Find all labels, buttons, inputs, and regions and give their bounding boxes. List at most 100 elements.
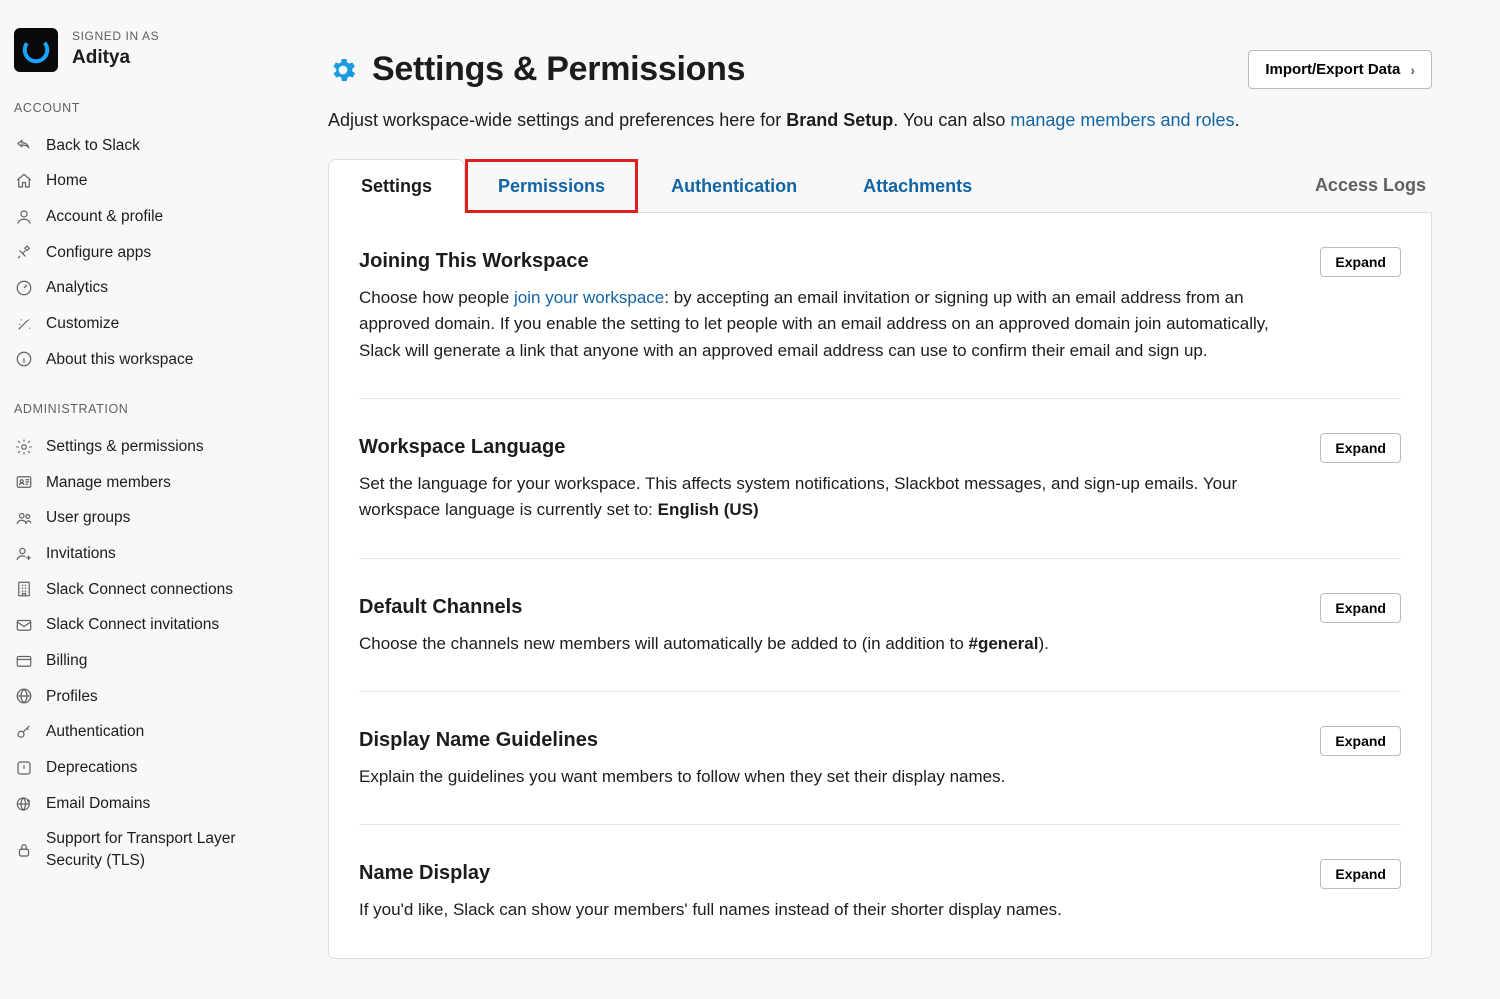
sidebar-item-profiles[interactable]: Profiles — [0, 679, 280, 715]
avatar-icon — [21, 35, 51, 65]
sidebar-item-label: Home — [46, 170, 87, 192]
members-icon — [14, 472, 34, 492]
section-desc: Choose how people join your workspace: b… — [359, 285, 1290, 364]
sidebar-item-analytics[interactable]: Analytics — [0, 270, 280, 306]
section-desc: Explain the guidelines you want members … — [359, 764, 1290, 790]
key-icon — [14, 722, 34, 742]
tab-authentication[interactable]: Authentication — [638, 159, 830, 213]
import-export-label: Import/Export Data — [1265, 61, 1400, 78]
section-desc: Set the language for your workspace. Thi… — [359, 471, 1290, 524]
sidebar: SIGNED IN AS Aditya ACCOUNT Back to Slac… — [0, 0, 280, 999]
sidebar-item-label: Slack Connect invitations — [46, 614, 219, 636]
title-row: Settings & Permissions Import/Export Dat… — [328, 46, 1432, 94]
tab-attachments[interactable]: Attachments — [830, 159, 1005, 213]
sidebar-item-label: Account & profile — [46, 206, 163, 228]
sidebar-item-label: Settings & permissions — [46, 436, 204, 458]
sidebar-item-label: Configure apps — [46, 242, 151, 264]
wand-icon — [14, 314, 34, 334]
sidebar-item-user-groups[interactable]: User groups — [0, 500, 280, 536]
sidebar-item-label: Deprecations — [46, 757, 137, 779]
tab-settings[interactable]: Settings — [328, 159, 465, 213]
home-icon — [14, 171, 34, 191]
expand-button[interactable]: Expand — [1320, 726, 1401, 756]
sidebar-item-label: Billing — [46, 650, 87, 672]
lock-icon — [14, 840, 34, 860]
settings-panel: Joining This Workspace Choose how people… — [328, 213, 1432, 959]
section-name-display: Name Display If you'd like, Slack can sh… — [359, 825, 1401, 957]
sidebar-item-label: About this workspace — [46, 349, 193, 371]
globe-icon — [14, 686, 34, 706]
sidebar-item-label: Back to Slack — [46, 135, 140, 157]
main-content: Settings & Permissions Import/Export Dat… — [280, 0, 1480, 999]
sidebar-item-settings-permissions[interactable]: Settings & permissions — [0, 429, 280, 465]
expand-button[interactable]: Expand — [1320, 247, 1401, 277]
plug-icon — [14, 242, 34, 262]
sidebar-item-email-domains[interactable]: Email Domains — [0, 786, 280, 822]
sidebar-item-home[interactable]: Home — [0, 163, 280, 199]
section-desc: If you'd like, Slack can show your membe… — [359, 897, 1290, 923]
sidebar-item-invitations[interactable]: Invitations — [0, 536, 280, 572]
chevron-right-icon: › — [1410, 62, 1415, 78]
section-title: Name Display — [359, 859, 1290, 887]
avatar — [14, 28, 58, 72]
sidebar-item-label: Authentication — [46, 721, 144, 743]
sidebar-admin-header: ADMINISTRATION — [0, 401, 280, 419]
sidebar-item-label: Invitations — [46, 543, 116, 565]
sidebar-item-connect-connections[interactable]: Slack Connect connections — [0, 572, 280, 608]
section-title: Display Name Guidelines — [359, 726, 1290, 754]
section-default-channels: Default Channels Choose the channels new… — [359, 559, 1401, 692]
gear-icon — [14, 437, 34, 457]
sidebar-item-label: Email Domains — [46, 793, 150, 815]
sidebar-item-billing[interactable]: Billing — [0, 643, 280, 679]
section-desc: Choose the channels new members will aut… — [359, 631, 1290, 657]
sidebar-item-label: Profiles — [46, 686, 98, 708]
sidebar-item-authentication[interactable]: Authentication — [0, 714, 280, 750]
sidebar-item-configure-apps[interactable]: Configure apps — [0, 235, 280, 271]
expand-button[interactable]: Expand — [1320, 433, 1401, 463]
signed-in-label: SIGNED IN AS — [72, 28, 159, 45]
info-icon — [14, 349, 34, 369]
sidebar-item-manage-members[interactable]: Manage members — [0, 465, 280, 501]
user-plus-icon — [14, 544, 34, 564]
sidebar-item-deprecations[interactable]: Deprecations — [0, 750, 280, 786]
sidebar-item-customize[interactable]: Customize — [0, 306, 280, 342]
gauge-icon — [14, 278, 34, 298]
signed-in-name: Aditya — [72, 45, 159, 72]
credit-card-icon — [14, 651, 34, 671]
section-title: Default Channels — [359, 593, 1290, 621]
sidebar-item-label: Customize — [46, 313, 119, 335]
tabs: Settings Permissions Authentication Atta… — [328, 159, 1432, 213]
sidebar-item-back[interactable]: Back to Slack — [0, 128, 280, 164]
users-icon — [14, 508, 34, 528]
section-workspace-language: Workspace Language Set the language for … — [359, 399, 1401, 559]
globe-plus-icon — [14, 794, 34, 814]
tab-access-logs[interactable]: Access Logs — [1315, 159, 1426, 212]
sidebar-item-account-profile[interactable]: Account & profile — [0, 199, 280, 235]
section-title: Workspace Language — [359, 433, 1290, 461]
gear-icon — [328, 55, 358, 85]
page-title: Settings & Permissions — [372, 46, 745, 94]
building-icon — [14, 579, 34, 599]
sidebar-item-about[interactable]: About this workspace — [0, 342, 280, 378]
section-joining-workspace: Joining This Workspace Choose how people… — [359, 213, 1401, 399]
sidebar-item-label: Slack Connect connections — [46, 579, 233, 601]
manage-members-link[interactable]: manage members and roles — [1010, 110, 1234, 130]
signed-in-block: SIGNED IN AS Aditya — [0, 28, 280, 94]
expand-button[interactable]: Expand — [1320, 593, 1401, 623]
join-workspace-link[interactable]: join your workspace — [514, 288, 664, 307]
import-export-button[interactable]: Import/Export Data › — [1248, 50, 1432, 89]
section-title: Joining This Workspace — [359, 247, 1290, 275]
sidebar-item-connect-invitations[interactable]: Slack Connect invitations — [0, 607, 280, 643]
expand-button[interactable]: Expand — [1320, 859, 1401, 889]
user-icon — [14, 207, 34, 227]
sidebar-item-label: Manage members — [46, 472, 171, 494]
envelope-icon — [14, 615, 34, 635]
page-subtitle: Adjust workspace-wide settings and prefe… — [328, 108, 1432, 133]
reply-arrow-icon — [14, 135, 34, 155]
sidebar-item-label: Support for Transport Layer Security (TL… — [46, 828, 266, 871]
sidebar-item-tls[interactable]: Support for Transport Layer Security (TL… — [0, 821, 280, 878]
sidebar-item-label: User groups — [46, 507, 130, 529]
alert-icon — [14, 758, 34, 778]
section-display-name-guidelines: Display Name Guidelines Explain the guid… — [359, 692, 1401, 825]
tab-permissions[interactable]: Permissions — [465, 159, 638, 213]
